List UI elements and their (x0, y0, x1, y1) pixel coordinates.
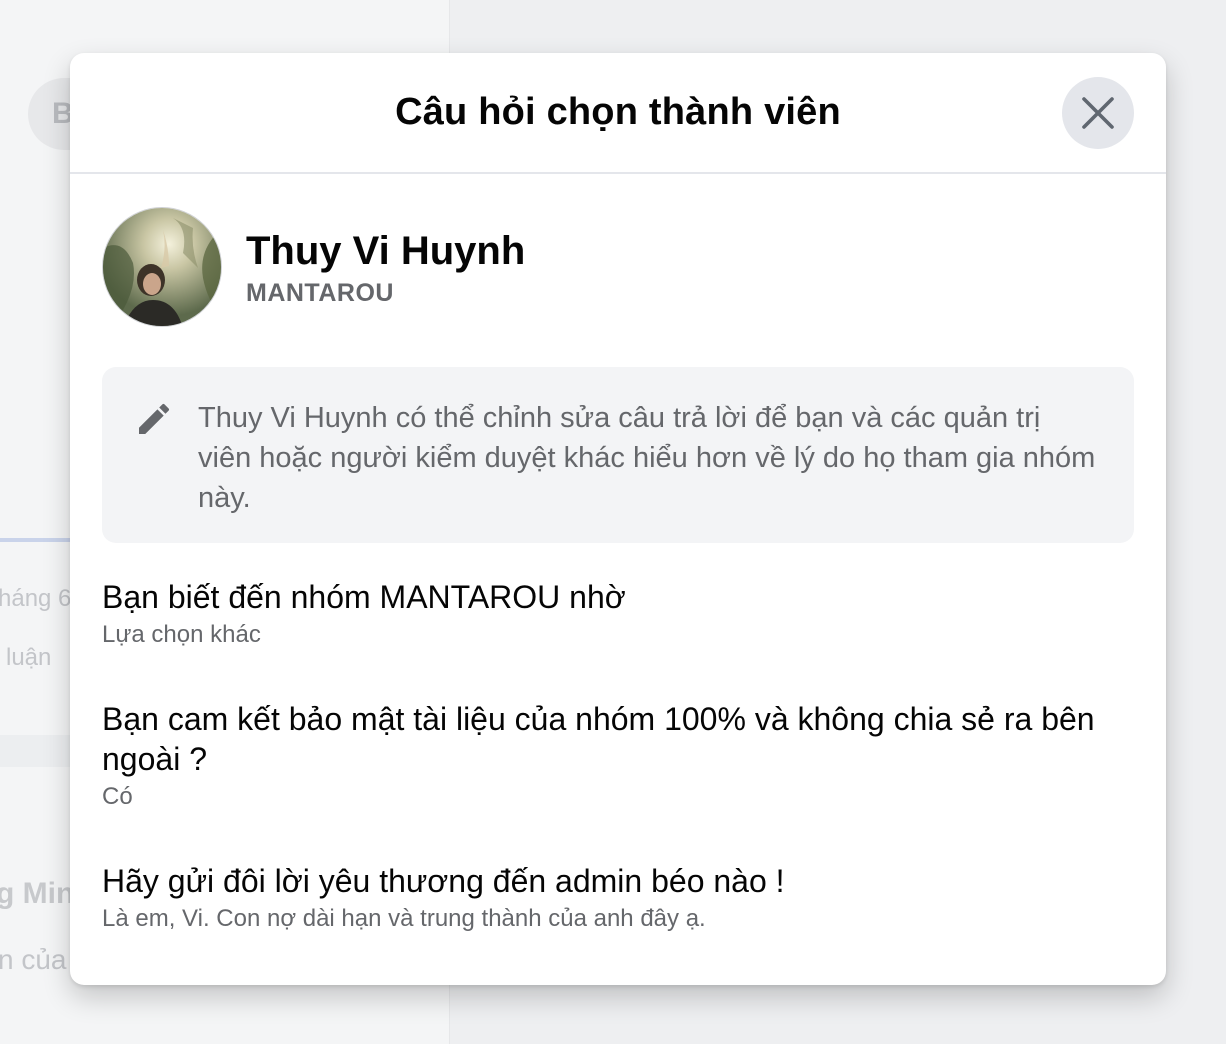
member-profile: Thuy Vi Huynh MANTAROU (102, 207, 525, 327)
pencil-icon (139, 403, 170, 434)
background-text: g Min (0, 877, 75, 910)
question-text: Hãy gửi đôi lời yêu thương đến admin béo… (102, 863, 785, 899)
edit-answers-notice: Thuy Vi Huynh có thể chỉnh sửa câu trả l… (102, 367, 1134, 543)
question-item: Bạn cam kết bảo mật tài liệu của nhóm 10… (102, 699, 1134, 813)
answer-text: Có (102, 783, 133, 810)
dialog-title: Câu hỏi chọn thành viên (395, 91, 841, 133)
answer-text: Là em, Vi. Con nợ dài hạn và trung thành… (102, 905, 706, 932)
member-name[interactable]: Thuy Vi Huynh (246, 227, 525, 275)
profile-info: Thuy Vi Huynh MANTAROU (246, 227, 525, 308)
question-item: Bạn biết đến nhóm MANTAROU nhờ Lựa chọn … (102, 577, 1134, 651)
close-button[interactable] (1062, 77, 1134, 149)
question-text: Bạn biết đến nhóm MANTAROU nhờ (102, 579, 626, 615)
question-text: Bạn cam kết bảo mật tài liệu của nhóm 10… (102, 701, 1095, 777)
close-icon (1082, 97, 1114, 129)
background-text: háng 6 (0, 585, 72, 612)
notice-text: Thuy Vi Huynh có thể chỉnh sửa câu trả l… (198, 402, 1096, 514)
membership-questions-dialog: Câu hỏi chọn thành viên Thuy Vi Huynh MA… (70, 53, 1166, 985)
background-text: n của (0, 944, 67, 975)
avatar[interactable] (102, 207, 222, 327)
group-name: MANTAROU (246, 278, 394, 307)
dialog-header: Câu hỏi chọn thành viên (70, 53, 1166, 174)
question-item: Hãy gửi đôi lời yêu thương đến admin béo… (102, 861, 1134, 935)
background-text: luận (6, 644, 52, 671)
answer-text: Lựa chọn khác (102, 621, 261, 648)
